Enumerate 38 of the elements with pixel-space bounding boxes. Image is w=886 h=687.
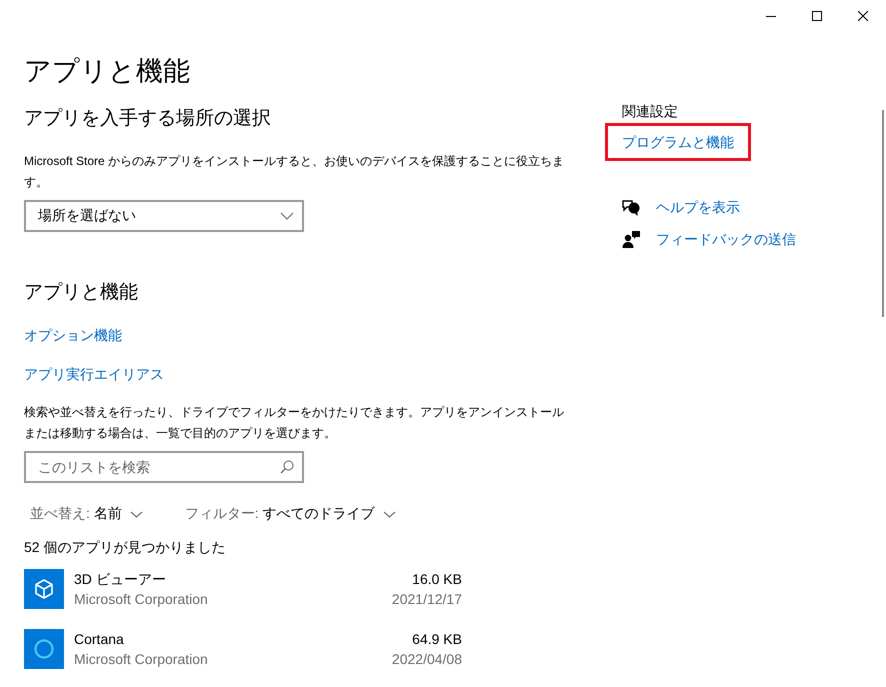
settings-link[interactable]: アプリ実行エイリアス [24,364,164,384]
install-date: 2021/12/17 [392,590,462,609]
chevron-down-icon [382,510,396,518]
dropdown-value: 場所を選ばない [38,207,136,225]
chevron-down-icon [280,212,294,220]
app-size: 16.0 KB [412,570,462,589]
section-heading: アプリと機能 [24,281,139,305]
section-heading: アプリを入手する場所の選択 [24,107,272,131]
search-field[interactable]: このリストを検索 [24,451,304,483]
settings-link[interactable]: オプション機能 [24,325,122,345]
cube-icon [33,578,55,600]
filter-dropdown[interactable]: フィルター: すべてのドライブ [178,505,396,523]
app-name: 3D ビューアー [74,570,167,589]
description-text: Microsoft Store からのみアプリをインストールすると、お使いのデバイスを保護することに役立ちます。 [24,153,566,191]
location-dropdown[interactable]: 場所を選ばない [24,200,304,232]
close-icon [858,11,868,21]
related-heading: 関連設定 [622,102,679,121]
chat-help-icon [622,198,640,216]
sort-dropdown[interactable]: 並べ替え: 名前 [24,505,143,523]
app-publisher: Microsoft Corporation [74,650,209,669]
app-count: 52 個のアプリが見つかりました [24,538,226,557]
app-publisher: Microsoft Corporation [74,590,209,609]
page-title: アプリと機能 [24,55,191,88]
ring-icon [33,638,55,660]
description-text: 検索や並べ替えを行ったり、ドライブでフィルターをかけたりできます。アプリをアンインストールまたは移動する場合は、一覧で目的のアプリを選びます。 [24,404,565,442]
chevron-down-icon [130,510,143,518]
app-list-item[interactable]: Cortana Microsoft Corporation 64.9 KB 2022/04/08 [24,619,462,679]
search-icon [280,460,294,474]
scrollbar[interactable] [882,110,884,317]
maximize-icon [812,11,822,21]
settings-link[interactable]: プログラムと機能 [608,126,748,158]
install-date: 2022/04/08 [392,650,462,669]
app-list-item[interactable]: 3D ビューアー Microsoft Corporation 16.0 KB 2021/12/17 [24,559,462,619]
help-link[interactable]: ヘルプを表示 [656,197,740,217]
app-name: Cortana [74,630,125,649]
help-link[interactable]: フィードバックの送信 [656,229,796,249]
app-size: 64.9 KB [412,630,462,649]
person-message-icon [622,230,640,248]
